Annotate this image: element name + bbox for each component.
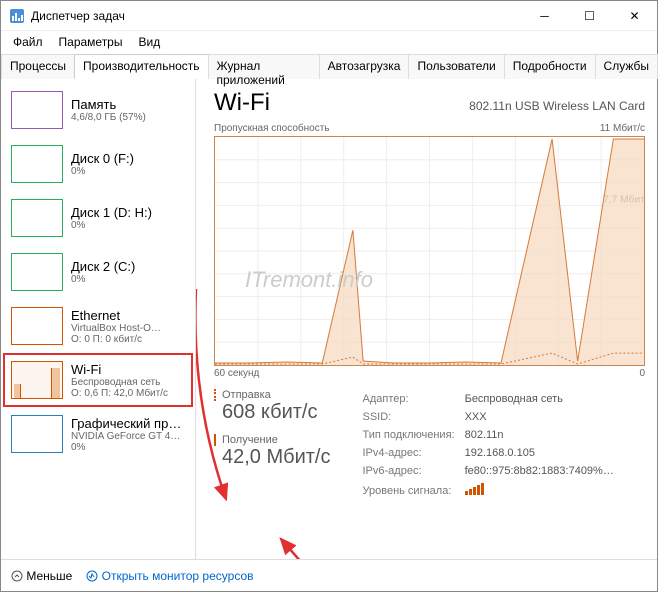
recv-label: Получение xyxy=(214,434,331,446)
minimize-button[interactable]: ─ xyxy=(522,1,567,31)
sidebar[interactable]: Память 4,6/8,0 ГБ (57%) Диск 0 (F:) 0% Д… xyxy=(1,79,196,559)
sidebar-item-gpu[interactable]: Графический пр… NVIDIA GeForce GT 4… 0% xyxy=(3,407,193,461)
throughput-chart: ITremont.info 7,7 Мбит/ xyxy=(214,136,645,366)
item-title: Графический пр… xyxy=(71,416,181,431)
menu-params[interactable]: Параметры xyxy=(51,33,131,51)
item-title: Wi-Fi xyxy=(71,362,168,377)
sidebar-item-disk0[interactable]: Диск 0 (F:) 0% xyxy=(3,137,193,191)
sidebar-item-wifi[interactable]: Wi-Fi Беспроводная сеть О: 0,6 П: 42,0 М… xyxy=(3,353,193,407)
tab-details[interactable]: Подробности xyxy=(504,54,596,79)
item-sub: 0% xyxy=(71,274,135,285)
tab-performance[interactable]: Производительность xyxy=(74,54,208,79)
signal-icon xyxy=(465,483,484,495)
item-title: Память xyxy=(71,97,146,112)
adapter-name: 802.11n USB Wireless LAN Card xyxy=(469,99,645,113)
maximize-button[interactable]: ☐ xyxy=(567,1,612,31)
send-label: Отправка xyxy=(214,389,331,401)
chart-right: 0 xyxy=(639,368,645,379)
item-sub: 0% xyxy=(71,166,134,177)
thumb-gpu xyxy=(11,415,63,453)
item-sub: VirtualBox Host-O… xyxy=(71,323,161,334)
open-resource-monitor-link[interactable]: Открыть монитор ресурсов xyxy=(86,569,253,583)
tab-processes[interactable]: Процессы xyxy=(1,54,75,79)
menu-view[interactable]: Вид xyxy=(130,33,168,51)
sidebar-item-ethernet[interactable]: Ethernet VirtualBox Host-O… О: 0 П: 0 кб… xyxy=(3,299,193,353)
page-title: Wi-Fi xyxy=(214,89,270,117)
app-icon xyxy=(9,8,25,24)
close-button[interactable]: ✕ xyxy=(612,1,657,31)
tab-startup[interactable]: Автозагрузка xyxy=(319,54,410,79)
thumb-disk xyxy=(11,145,63,183)
item-title: Ethernet xyxy=(71,308,161,323)
recv-value: 42,0 Мбит/с xyxy=(214,446,331,469)
item-title: Диск 0 (F:) xyxy=(71,151,134,166)
titlebar: Диспетчер задач ─ ☐ ✕ xyxy=(1,1,657,31)
tab-users[interactable]: Пользователи xyxy=(408,54,504,79)
menubar: Файл Параметры Вид xyxy=(1,31,657,53)
sidebar-item-disk1[interactable]: Диск 1 (D: H:) 0% xyxy=(3,191,193,245)
tabs: Процессы Производительность Журнал прило… xyxy=(1,53,657,79)
sidebar-item-memory[interactable]: Память 4,6/8,0 ГБ (57%) xyxy=(3,83,193,137)
tab-services[interactable]: Службы xyxy=(595,54,658,79)
thumb-disk xyxy=(11,199,63,237)
chart-max: 11 Мбит/с xyxy=(600,123,645,134)
item-sub2: 0% xyxy=(71,442,181,453)
sidebar-item-disk2[interactable]: Диск 2 (C:) 0% xyxy=(3,245,193,299)
thumb-memory xyxy=(11,91,63,129)
thumb-disk xyxy=(11,253,63,291)
main-panel: Wi-Fi 802.11n USB Wireless LAN Card Проп… xyxy=(196,79,657,559)
chart-label: Пропускная способность xyxy=(214,123,330,134)
item-sub: 0% xyxy=(71,220,152,231)
chart-left: 60 секунд xyxy=(214,368,259,379)
thumb-wifi xyxy=(11,361,63,399)
item-title: Диск 2 (C:) xyxy=(71,259,135,274)
bottombar: Меньше Открыть монитор ресурсов xyxy=(1,559,657,591)
item-sub: NVIDIA GeForce GT 4… xyxy=(71,431,181,442)
annotation-arrow xyxy=(256,534,356,559)
item-sub: 4,6/8,0 ГБ (57%) xyxy=(71,112,146,123)
item-sub: Беспроводная сеть xyxy=(71,377,168,388)
item-sub2: О: 0 П: 0 кбит/с xyxy=(71,334,161,345)
collapse-button[interactable]: Меньше xyxy=(11,569,72,583)
item-sub2: О: 0,6 П: 42,0 Мбит/с xyxy=(71,388,168,399)
item-title: Диск 1 (D: H:) xyxy=(71,205,152,220)
details-table: Адаптер:Беспроводная сеть SSID:XXX Тип п… xyxy=(361,389,624,502)
thumb-ethernet xyxy=(11,307,63,345)
menu-file[interactable]: Файл xyxy=(5,33,51,51)
window-title: Диспетчер задач xyxy=(31,9,522,23)
tab-apphistory[interactable]: Журнал приложений xyxy=(208,54,320,79)
send-value: 608 кбит/с xyxy=(214,401,331,424)
